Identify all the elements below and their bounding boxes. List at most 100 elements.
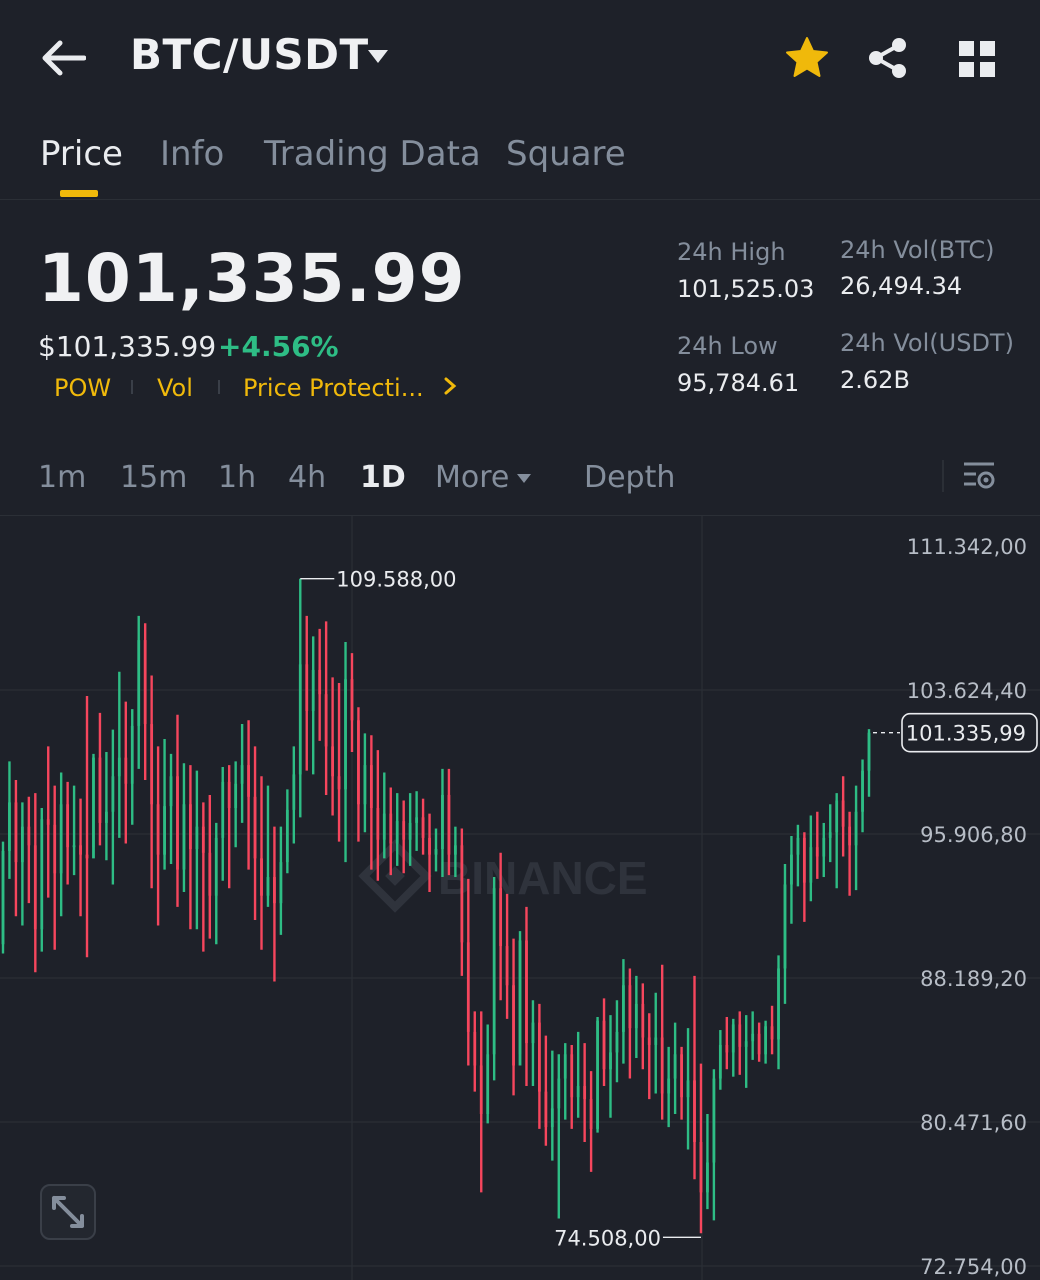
candle-body — [699, 1141, 703, 1193]
chart-canvas: BINANCE 111.342,00103.624,4095.906,8088.… — [0, 516, 1040, 1280]
candle-body — [14, 802, 18, 863]
candle — [680, 1046, 683, 1120]
chevron-right-icon[interactable] — [442, 376, 458, 396]
top-bar: BTC/USDT — [0, 0, 1040, 118]
tag-price-protection[interactable]: Price Protecti... — [243, 374, 424, 402]
candle-body — [628, 985, 632, 1029]
candle — [395, 793, 399, 866]
candle-body — [324, 694, 328, 747]
tab-price[interactable]: Price — [40, 134, 123, 174]
candle — [615, 1000, 619, 1083]
tag-pow[interactable]: POW — [54, 374, 111, 402]
low-24h-value: 95,784.61 — [677, 369, 800, 397]
tab-square[interactable]: Square — [506, 134, 626, 174]
candle-body — [285, 809, 289, 863]
candle-body — [538, 1022, 541, 1092]
candle — [298, 578, 302, 818]
candle — [544, 1035, 548, 1146]
grid-icon[interactable] — [958, 40, 996, 78]
candle-body — [298, 664, 302, 775]
candle — [150, 675, 154, 889]
tab-info[interactable]: Info — [160, 134, 224, 174]
star-icon[interactable] — [784, 36, 830, 80]
share-icon[interactable] — [866, 36, 910, 80]
candle — [279, 826, 283, 935]
candle-body — [376, 808, 380, 840]
candle-body — [647, 1037, 651, 1045]
candle-body — [72, 845, 76, 848]
candle-body — [292, 774, 296, 810]
candle-body — [369, 765, 373, 809]
candle-body — [525, 940, 528, 1044]
timeframe-1h[interactable]: 1h — [218, 460, 256, 495]
candle — [311, 636, 315, 775]
candle — [137, 615, 141, 769]
candle-body — [40, 819, 44, 930]
candle — [201, 802, 205, 952]
candle — [634, 975, 638, 1059]
candle — [176, 714, 179, 907]
candle — [757, 1022, 761, 1062]
candle-body — [273, 877, 276, 904]
candle — [189, 765, 192, 930]
vol-btc-label: 24h Vol(BTC) — [840, 236, 995, 264]
candle — [557, 1054, 561, 1219]
candle — [525, 906, 528, 1087]
depth-tab[interactable]: Depth — [584, 460, 675, 495]
candlestick-chart[interactable]: BINANCE 111.342,00 103.624,40 95.906,80 88.… — [0, 515, 1040, 1280]
candle-body — [357, 720, 360, 805]
chart-settings-icon[interactable] — [962, 460, 996, 492]
candle-body — [596, 1020, 599, 1129]
candle-body — [751, 1033, 755, 1042]
candle-body — [234, 783, 238, 809]
candle — [382, 772, 386, 859]
caret-down-icon[interactable] — [366, 48, 390, 66]
candle-body — [531, 1022, 535, 1044]
candle — [182, 763, 186, 892]
candle-body — [46, 819, 50, 825]
timeframe-15m[interactable]: 15m — [120, 460, 187, 495]
pair-title[interactable]: BTC/USDT — [130, 30, 369, 79]
back-arrow-icon[interactable] — [40, 38, 87, 78]
tab-trading-data[interactable]: Trading Data — [264, 134, 481, 174]
candle-body — [189, 804, 192, 850]
candle — [434, 828, 438, 872]
candle-body — [641, 1003, 645, 1038]
candle — [815, 811, 819, 879]
candle — [247, 720, 250, 870]
candle — [841, 776, 845, 857]
candle — [273, 826, 276, 982]
caret-down-icon[interactable] — [516, 470, 532, 483]
candle — [234, 761, 238, 848]
candle — [686, 1028, 690, 1150]
candle-body — [790, 854, 793, 885]
candle — [143, 623, 147, 781]
timeframe-4h[interactable]: 4h — [288, 460, 326, 495]
timeframe-1d[interactable]: 1D — [360, 460, 406, 495]
candle — [169, 753, 173, 864]
candle-body — [835, 800, 839, 833]
candle-body — [337, 776, 341, 790]
candle — [466, 878, 470, 1066]
candle-body — [861, 770, 864, 812]
candle-body — [783, 884, 787, 969]
timeframe-more[interactable]: More — [435, 460, 509, 495]
candle — [124, 701, 128, 844]
candle — [92, 753, 95, 859]
candle-body — [660, 1037, 664, 1094]
candle-body — [402, 821, 406, 840]
vol-usdt-value: 2.62B — [840, 366, 910, 394]
candle — [285, 789, 289, 874]
timeframe-1m[interactable]: 1m — [38, 460, 86, 495]
candle-body — [473, 1031, 477, 1066]
candle — [796, 824, 800, 887]
candle — [240, 724, 244, 823]
tab-bar: Price Info Trading Data Square — [0, 118, 1040, 200]
price-change-percent: +4.56% — [218, 330, 339, 363]
tag-vol[interactable]: Vol — [157, 374, 193, 402]
expand-icon[interactable] — [40, 1184, 96, 1240]
candle-body — [764, 1026, 767, 1055]
candle — [117, 671, 121, 838]
candle-body — [654, 1037, 658, 1045]
last-price: 101,335.99 — [38, 240, 466, 317]
